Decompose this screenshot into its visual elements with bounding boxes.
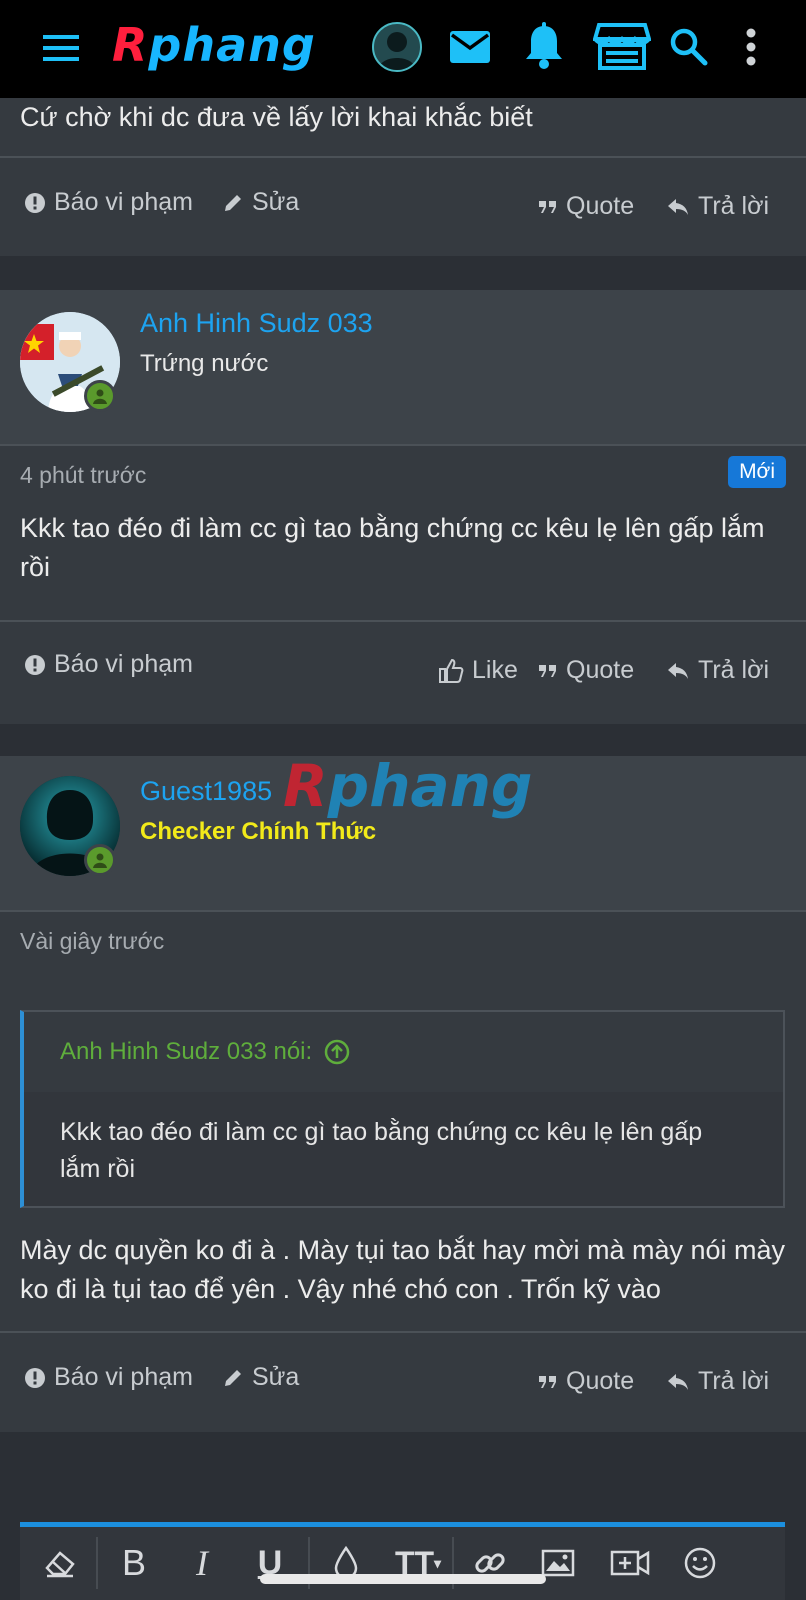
report-button[interactable]: Báo vi phạm [24,1363,193,1392]
italic-icon[interactable]: I [178,1539,226,1587]
quote-button[interactable]: Quote [538,192,634,221]
quote-label: Quote [566,656,635,684]
username-link[interactable]: Guest1985 [140,776,272,807]
reply-button[interactable]: Trả lời [666,1367,769,1396]
post-card: Guest1985 Checker Chính Thức Vài giây tr… [0,756,806,1432]
thumbs-up-icon [439,658,464,683]
quote-label: Quote [566,1367,635,1395]
quote-header[interactable]: Anh Hinh Sudz 033 nói: [24,1012,783,1092]
arrow-up-circle-icon[interactable] [324,1039,350,1065]
edit-button[interactable]: Sửa [222,1363,299,1392]
reply-button[interactable]: Trả lời [666,192,769,221]
reply-label: Trả lời [698,656,770,684]
quote-block: Anh Hinh Sudz 033 nói: Kkk tao đéo đi là… [20,1010,785,1208]
alert-circle-icon [25,192,45,213]
quote-label: Quote [566,192,635,220]
reply-icon [668,198,688,215]
pencil-icon [225,1369,241,1386]
post-text: Kkk tao đéo đi làm cc gì tao bằng chứng … [20,513,765,582]
eraser-icon[interactable] [36,1539,84,1587]
online-status-icon [84,844,116,876]
bold-icon[interactable]: B [110,1539,158,1587]
post-author-header: Anh Hinh Sudz 033 Trứng nước [0,290,806,446]
report-button[interactable]: Báo vi phạm [24,650,193,679]
post-card: Cứ chờ khi dc đưa về lấy lời khai khắc b… [0,98,806,256]
post-actions: Báo vi phạm Sửa Quote Trả lời [0,1331,806,1429]
pencil-icon [225,194,241,211]
username-link[interactable]: Anh Hinh Sudz 033 [140,308,373,339]
site-logo[interactable]: Rphang [112,18,316,72]
report-button[interactable]: Báo vi phạm [24,188,193,217]
reply-icon [668,1373,688,1390]
alert-circle-icon [25,654,45,675]
reply-button[interactable]: Trả lời [666,656,769,685]
video-add-icon[interactable] [606,1539,654,1587]
store-icon[interactable] [592,20,652,72]
post-time[interactable]: 4 phút trước [20,462,146,489]
quote-icon [539,200,556,213]
quote-button[interactable]: Quote [538,656,634,685]
edit-label: Sửa [252,1363,300,1391]
home-indicator[interactable] [260,1574,546,1584]
new-badge: Mới [728,456,786,488]
search-icon[interactable] [666,24,710,68]
quote-icon [539,664,556,677]
report-label: Báo vi phạm [54,650,193,678]
user-avatar[interactable] [372,22,422,72]
reply-label: Trả lời [698,192,770,220]
edit-button[interactable]: Sửa [222,188,299,217]
online-status-icon [84,380,116,412]
like-label: Like [472,656,518,684]
quote-icon [539,1375,556,1388]
post-text: Cứ chờ khi dc đưa về lấy lời khai khắc b… [20,102,533,132]
post-text: Mày dc quyền ko đi à . Mày tụi tao bắt h… [20,1235,786,1304]
menu-icon[interactable] [38,28,84,68]
reply-editor-toolbar: B I U TT ▾ [20,1522,785,1600]
post-actions: Báo vi phạm Like Quote Trả lời [0,620,806,718]
report-label: Báo vi phạm [54,1363,193,1391]
top-navigation-bar: Rphang [0,0,806,98]
post-card: Anh Hinh Sudz 033 Trứng nước 4 phút trướ… [0,290,806,724]
alert-circle-icon [25,1367,45,1388]
bell-icon[interactable] [522,20,566,72]
user-title: Checker Chính Thức [140,818,377,845]
like-button[interactable]: Like [438,656,518,685]
quote-button[interactable]: Quote [538,1367,634,1396]
reply-label: Trả lời [698,1367,770,1395]
post-time[interactable]: Vài giây trước [20,928,164,955]
quote-text: Kkk tao đéo đi làm cc gì tao bằng chứng … [60,1118,703,1183]
emoji-icon[interactable] [676,1539,724,1587]
quote-author: Anh Hinh Sudz 033 nói: [60,1038,313,1065]
report-label: Báo vi phạm [54,188,193,216]
more-vert-icon[interactable] [740,24,762,70]
post-actions: Báo vi phạm Sửa Quote Trả lời [0,156,806,254]
reply-icon [668,662,688,679]
user-title: Trứng nước [140,350,269,377]
mail-icon[interactable] [446,25,494,69]
watermark-logo: Rphang [283,752,533,820]
edit-label: Sửa [252,188,300,216]
